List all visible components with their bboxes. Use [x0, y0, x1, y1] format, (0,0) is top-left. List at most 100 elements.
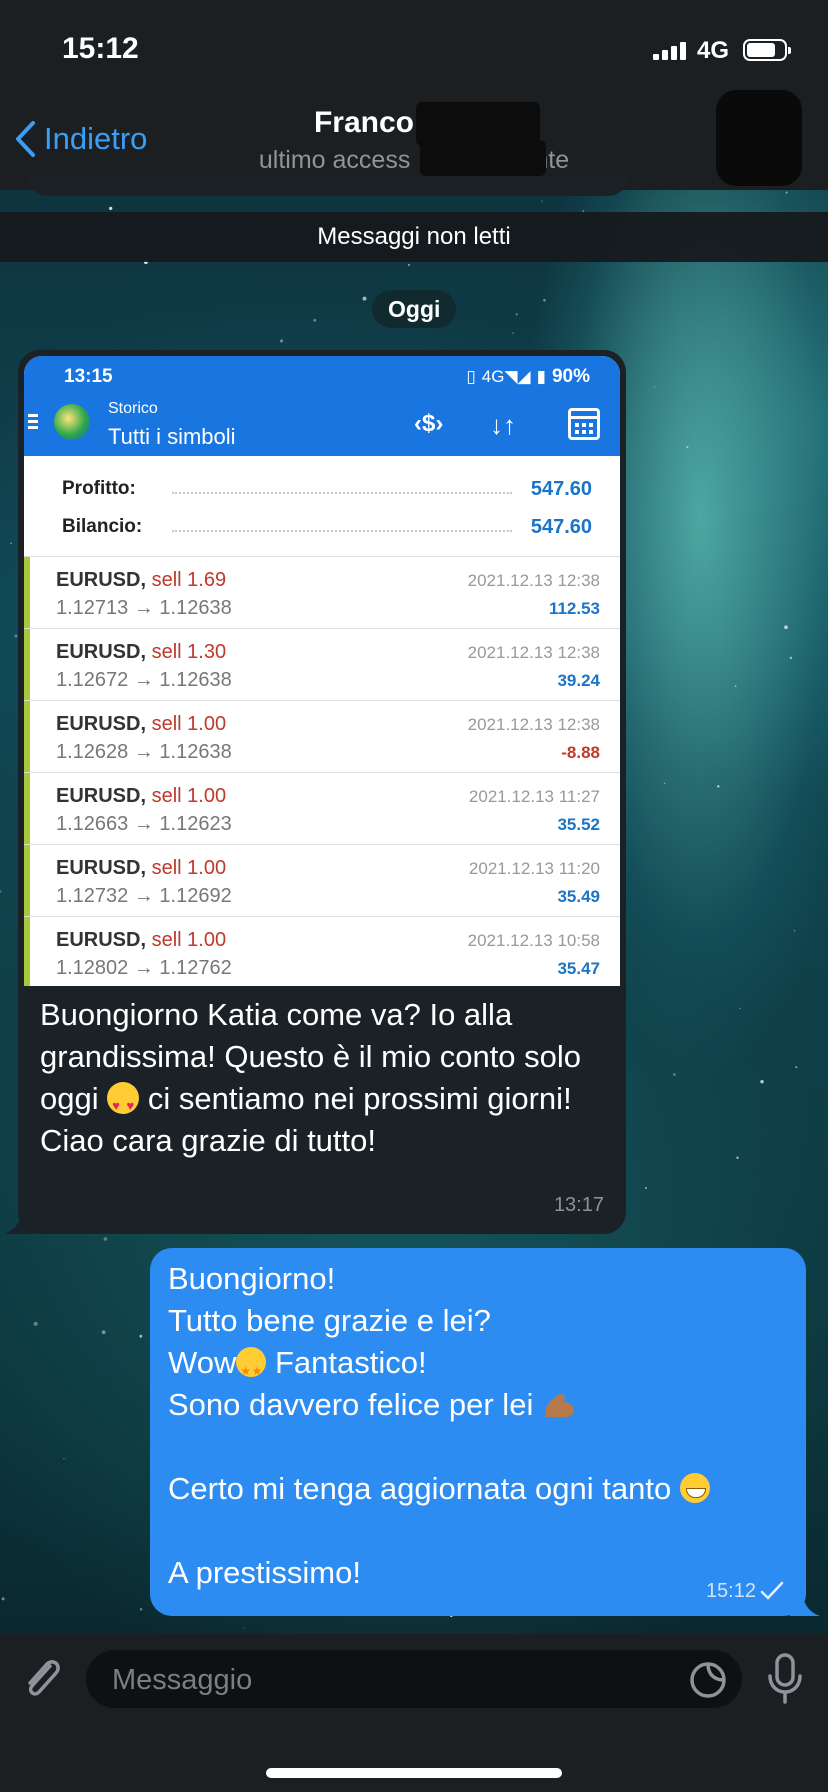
star: [541, 200, 543, 202]
trade-side: sell 1.00: [151, 713, 227, 735]
star: [279, 339, 284, 343]
calendar-icon: [568, 408, 600, 440]
star: [362, 296, 367, 301]
star: [103, 1237, 108, 1241]
app-toolbar: 13:15 ▯ 4G◥◢ ▮ 90% Storico Tutti i simbo…: [24, 356, 620, 456]
attachment-icon[interactable]: [20, 1654, 64, 1704]
trade-symbol: EURUSD, sell 1.30: [56, 641, 226, 664]
message-line: Certo mi tenga aggiornata ogni tanto: [168, 1468, 788, 1510]
trade-side: sell 1.30: [151, 641, 227, 663]
trade-row[interactable]: EURUSD, sell 1.00 1.12663 → 1.12623 2021.1…: [24, 772, 620, 845]
trade-side: sell 1.00: [151, 929, 227, 951]
message-text-part: Certo mi tenga aggiornata ogni tanto: [168, 1471, 680, 1506]
home-indicator: [266, 1768, 562, 1778]
menu-icon: [28, 414, 38, 432]
star: [663, 782, 666, 785]
incoming-message[interactable]: 13:15 ▯ 4G◥◢ ▮ 90% Storico Tutti i simbo…: [18, 350, 626, 1234]
profit-row: Profitto: 547.60: [62, 468, 592, 508]
star: [653, 385, 656, 388]
trade-row[interactable]: EURUSD, sell 1.00 1.12802 → 1.12762 2021.1…: [24, 916, 620, 986]
sticker-icon[interactable]: [688, 1660, 728, 1700]
star: [63, 1457, 65, 1460]
symbol-name: EURUSD,: [56, 569, 147, 591]
trade-row[interactable]: EURUSD, sell 1.00 1.12628 → 1.12638 2021.1…: [24, 700, 620, 773]
star: [139, 1334, 143, 1338]
read-check-icon: [760, 1581, 784, 1600]
vibrate-icon: ▯: [466, 367, 476, 386]
trade-profit: -8.88: [561, 743, 600, 762]
trade-prices: 1.12628 → 1.12638: [56, 741, 232, 763]
phone-status-icons: ▯ 4G◥◢ ▮ 90%: [466, 366, 590, 388]
star: [784, 625, 788, 630]
star: [785, 191, 788, 194]
history-subtitle: Storico: [108, 400, 158, 417]
trade-indicator: [24, 845, 30, 917]
trade-datetime: 2021.12.13 12:38: [467, 643, 600, 662]
star: [512, 332, 514, 334]
star: [101, 1330, 106, 1335]
heart-eyes-emoji-icon: [107, 1082, 140, 1127]
message-text-part: Sono davvero felice per lei: [168, 1387, 542, 1422]
trade-prices: 1.12802 → 1.12762: [56, 957, 232, 979]
trade-datetime: 2021.12.13 11:20: [468, 859, 600, 878]
trade-datetime: 2021.12.13 10:58: [467, 931, 600, 950]
symbol-name: EURUSD,: [56, 713, 147, 735]
star: [408, 263, 410, 266]
unread-messages-divider: Messaggi non letti: [0, 212, 828, 262]
incoming-message-text: Buongiorno Katia come va? Io alla grandi…: [40, 994, 610, 1162]
star: [109, 206, 113, 211]
star: [139, 1608, 143, 1611]
star: [789, 656, 793, 660]
outgoing-message[interactable]: Buongiorno! Tutto bene grazie e lei? Wow F…: [150, 1248, 806, 1616]
balance-label: Bilancio:: [62, 516, 143, 537]
trade-prices: 1.12663 → 1.12623: [56, 813, 232, 835]
star: [739, 1007, 742, 1010]
trade-indicator: [24, 557, 30, 629]
outgoing-message-text: Buongiorno! Tutto bene grazie e lei? Wow F…: [168, 1258, 788, 1594]
trade-row[interactable]: EURUSD, sell 1.00 1.12732 → 1.12692 2021.1…: [24, 844, 620, 917]
symbol-name: EURUSD,: [56, 857, 147, 879]
trade-symbol: EURUSD, sell 1.69: [56, 569, 226, 592]
message-text-part: Fantastico!: [266, 1345, 427, 1380]
star-struck-emoji-icon: [236, 1347, 267, 1392]
trade-prices: 1.12672 → 1.12638: [56, 669, 232, 691]
network-type: 4G: [697, 37, 730, 64]
trade-indicator: [24, 629, 30, 701]
balance-row: Bilancio: 547.60: [62, 506, 592, 546]
currency-exchange-icon: ‹$›: [414, 410, 444, 437]
star: [10, 542, 12, 545]
star: [0, 890, 2, 893]
message-field[interactable]: Messaggio: [86, 1650, 742, 1708]
trade-profit: 35.47: [557, 959, 600, 978]
sort-icon: ↓↑: [490, 410, 516, 440]
phone-battery: 90%: [551, 366, 590, 387]
trade-side: sell 1.00: [151, 857, 227, 879]
redaction: [420, 140, 546, 176]
star: [736, 1156, 739, 1159]
message-time: 15:12: [705, 1580, 756, 1602]
star: [243, 1627, 245, 1629]
message-time: 13:17: [553, 1194, 604, 1216]
star: [313, 318, 317, 322]
trade-side: sell 1.00: [151, 785, 227, 807]
symbol-name: EURUSD,: [56, 785, 147, 807]
metatrader-logo-icon: [54, 404, 90, 440]
star: [33, 1321, 38, 1326]
star: [734, 685, 737, 688]
microphone-icon[interactable]: [766, 1652, 804, 1706]
message-placeholder: Messaggio: [112, 1664, 253, 1696]
battery-icon: ▮: [536, 367, 546, 386]
network-icon: 4G◥◢: [481, 367, 531, 386]
trade-row[interactable]: EURUSD, sell 1.69 1.12713 → 1.12638 2021.1…: [24, 556, 620, 629]
screenshot-image[interactable]: 13:15 ▯ 4G◥◢ ▮ 90% Storico Tutti i simbo…: [24, 356, 620, 986]
trade-datetime: 2021.12.13 12:38: [467, 715, 600, 734]
trade-prices: 1.12713 → 1.12638: [56, 597, 232, 619]
trade-row[interactable]: EURUSD, sell 1.30 1.12672 → 1.12638 2021.1…: [24, 628, 620, 701]
contact-name[interactable]: Franco: [0, 106, 828, 140]
contact-avatar[interactable]: [716, 90, 802, 186]
symbol-name: EURUSD,: [56, 641, 147, 663]
trade-datetime: 2021.12.13 12:38: [467, 571, 600, 590]
grinning-emoji-icon: [679, 1473, 710, 1503]
trade-side: sell 1.69: [151, 569, 227, 591]
date-separator: Oggi: [372, 290, 457, 328]
